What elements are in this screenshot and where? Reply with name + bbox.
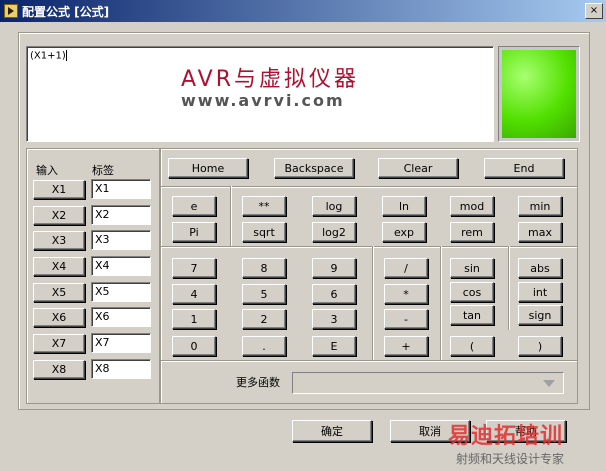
misc-button-2[interactable]: int [518,282,562,302]
watermark-title: AVR与虚拟仪器 [181,67,359,92]
func-button-10[interactable]: max [518,222,562,242]
digit-button-1[interactable]: 7 [172,258,216,278]
func-button-3[interactable]: ln [382,196,426,216]
digit-button-7[interactable]: 1 [172,309,216,329]
clear-button[interactable]: Clear [378,158,458,178]
watermark-brand: 易迪拓培训 [448,424,564,449]
digit-button-11[interactable]: . [242,336,286,356]
pi-button[interactable]: Pi [172,222,216,242]
more-functions-dropdown[interactable] [292,372,564,394]
input-button-4[interactable]: X4 [33,257,85,276]
numbers-group [160,246,578,362]
led-bulb [502,50,576,138]
header-input: 输入 [36,164,58,177]
dropdown-arrow-icon [543,380,555,387]
func-button-6[interactable]: sqrt [242,222,286,242]
formula-text: (X1+1) [30,50,66,62]
func-button-8[interactable]: exp [382,222,426,242]
misc-button-1[interactable]: abs [518,258,562,278]
label-field-2[interactable]: X2 [91,205,151,225]
op-button-2[interactable]: * [384,284,428,304]
close-button[interactable]: × [585,3,603,19]
digit-button-5[interactable]: 5 [242,284,286,304]
misc-button-3[interactable]: sign [518,305,562,325]
input-button-7[interactable]: X7 [33,334,85,353]
func-button-9[interactable]: rem [450,222,494,242]
divider-ops [440,246,442,360]
digit-button-8[interactable]: 2 [242,309,286,329]
input-button-8[interactable]: X8 [33,360,85,379]
app-icon [4,4,18,18]
label-field-3[interactable]: X3 [91,230,151,250]
op-button-1[interactable]: / [384,258,428,278]
func-button-5[interactable]: min [518,196,562,216]
func-button-7[interactable]: log2 [312,222,356,242]
input-button-3[interactable]: X3 [33,231,85,250]
divider-consts [230,186,232,246]
close-paren-button[interactable]: ) [518,336,562,356]
status-led [498,46,580,142]
digit-button-6[interactable]: 6 [312,284,356,304]
divider-digits [372,246,374,360]
backspace-button[interactable]: Backspace [274,158,354,178]
op-button-3[interactable]: - [384,309,428,329]
digit-button-3[interactable]: 9 [312,258,356,278]
digit-button-9[interactable]: 3 [312,309,356,329]
open-paren-button[interactable]: ( [450,336,494,356]
text-caret [65,50,67,61]
input-button-1[interactable]: X1 [33,180,85,199]
home-button[interactable]: Home [168,158,248,178]
formula-display[interactable]: (X1+1) AVR与虚拟仪器 www.avrvi.com [26,46,494,142]
header-label: 标签 [92,164,114,177]
label-field-7[interactable]: X7 [91,333,151,353]
watermark-url: www.avrvi.com [181,91,345,110]
op-button-4[interactable]: + [384,336,428,356]
window-title: 配置公式 [公式] [22,5,110,19]
label-field-5[interactable]: X5 [91,282,151,302]
label-field-6[interactable]: X6 [91,307,151,327]
label-field-1[interactable]: X1 [91,179,151,199]
end-button[interactable]: End [484,158,564,178]
digit-button-4[interactable]: 4 [172,284,216,304]
label-field-4[interactable]: X4 [91,256,151,276]
input-button-5[interactable]: X5 [33,283,85,302]
digit-button-2[interactable]: 8 [242,258,286,278]
trig-button-1[interactable]: sin [450,258,494,278]
input-button-2[interactable]: X2 [33,206,85,225]
func-button-4[interactable]: mod [450,196,494,216]
trig-button-2[interactable]: cos [450,282,494,302]
more-functions-label: 更多函数 [236,376,280,389]
digit-button-10[interactable]: 0 [172,336,216,356]
label-field-8[interactable]: X8 [91,359,151,379]
functions-group [160,186,578,248]
func-button-2[interactable]: log [312,196,356,216]
input-button-6[interactable]: X6 [33,308,85,327]
watermark-slogan: 射频和天线设计专家 [456,452,565,466]
e-button[interactable]: e [172,196,216,216]
divider-trig [508,246,510,330]
ok-button[interactable]: 确定 [292,420,372,442]
digit-button-12[interactable]: E [312,336,356,356]
title-bar: 配置公式 [公式] × [0,0,606,22]
trig-button-3[interactable]: tan [450,305,494,325]
func-button-1[interactable]: ** [242,196,286,216]
